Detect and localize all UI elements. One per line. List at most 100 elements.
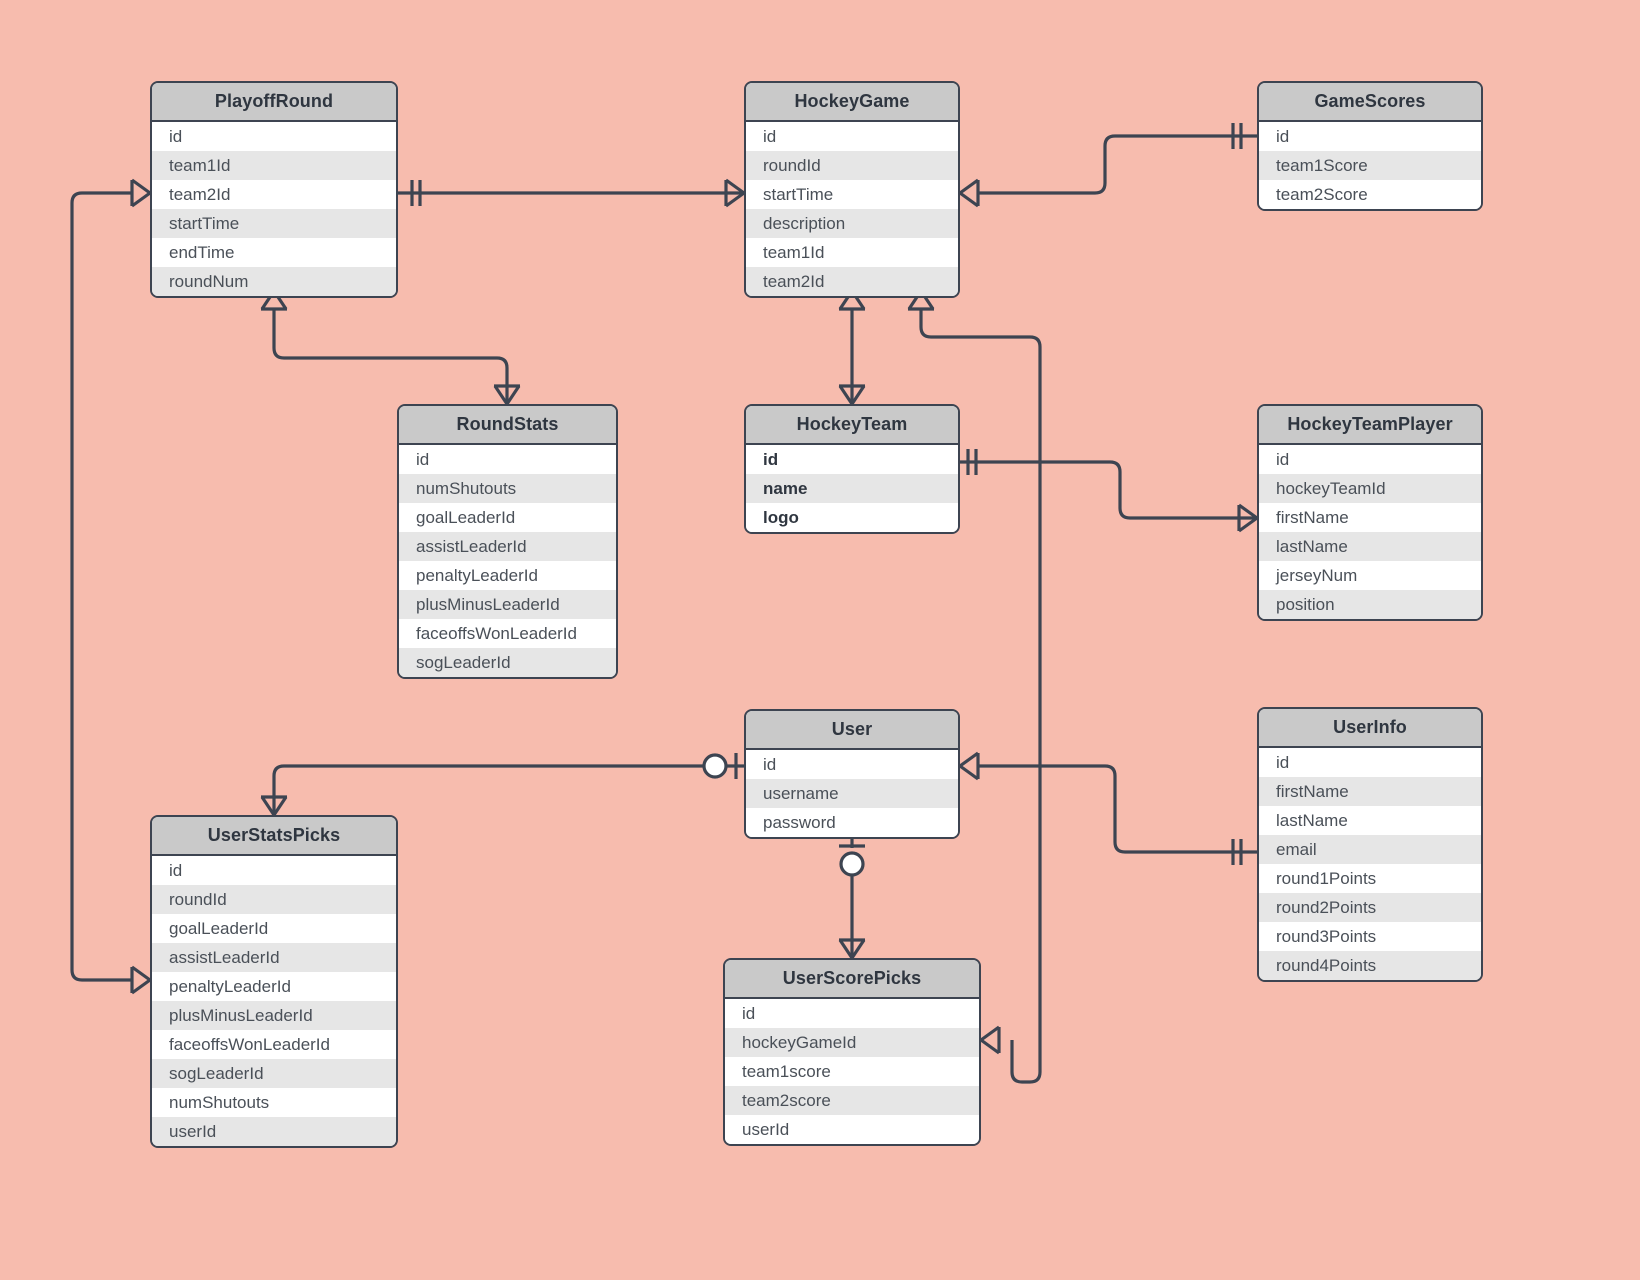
attribute-row: sogLeaderId: [399, 648, 616, 677]
entity-user[interactable]: User id username password: [744, 709, 960, 839]
entity-userstatspicks[interactable]: UserStatsPicks id roundId goalLeaderId assis…: [150, 815, 398, 1148]
attribute-row: round1Points: [1259, 864, 1481, 893]
attribute-row: roundId: [152, 885, 396, 914]
entity-title-hockeyteamplayer: HockeyTeamPlayer: [1259, 406, 1481, 445]
edge-user-userstatspicks: [272, 764, 704, 815]
attribute-row: numShutouts: [399, 474, 616, 503]
attribute-row: team1Id: [746, 238, 958, 267]
attribute-row: round3Points: [1259, 922, 1481, 951]
attribute-row: team2score: [725, 1086, 979, 1115]
entity-roundstats[interactable]: RoundStats id numShutouts goalLeaderId assis…: [397, 404, 618, 679]
attribute-row: id: [1259, 445, 1481, 474]
attribute-row: faceoffsWonLeaderId: [152, 1030, 396, 1059]
attribute-row: roundNum: [152, 267, 396, 296]
attribute-row: id: [746, 445, 958, 474]
crowfoot: [838, 939, 854, 959]
entity-playoffround[interactable]: PlayoffRound id team1Id team2Id startTime end…: [150, 81, 398, 298]
attribute-row: hockeyTeamId: [1259, 474, 1481, 503]
crowfoot: [959, 178, 979, 195]
attribute-row: goalLeaderId: [152, 914, 396, 943]
crowfoot: [838, 385, 854, 405]
entity-title-roundstats: RoundStats: [399, 406, 616, 445]
entity-title-hockeygame: HockeyGame: [746, 83, 958, 122]
entity-hockeyteamplayer[interactable]: HockeyTeamPlayer id hockeyTeamId firstName l…: [1257, 404, 1483, 621]
attribute-row: team1Score: [1259, 151, 1481, 180]
attribute-row: plusMinusLeaderId: [152, 1001, 396, 1030]
crowfoot: [131, 191, 151, 208]
attribute-row: lastName: [1259, 806, 1481, 835]
edge-playoffround-userstatspicks: [70, 191, 132, 982]
edge-hockeyteam-hockeyteamplayer: [960, 460, 1257, 520]
attribute-row: penaltyLeaderId: [152, 972, 396, 1001]
crowfoot: [959, 751, 979, 768]
attribute-row: lastName: [1259, 532, 1481, 561]
entity-gamescores[interactable]: GameScores id team1Score team2Score: [1257, 81, 1483, 211]
entity-title-userinfo: UserInfo: [1259, 709, 1481, 748]
attribute-row: email: [1259, 835, 1481, 864]
attribute-row: penaltyLeaderId: [399, 561, 616, 590]
crowfoot: [131, 965, 151, 982]
attribute-row: team1score: [725, 1057, 979, 1086]
attribute-row: assistLeaderId: [152, 943, 396, 972]
attribute-row: name: [746, 474, 958, 503]
attribute-row: id: [725, 999, 979, 1028]
attribute-row: goalLeaderId: [399, 503, 616, 532]
attribute-row: startTime: [152, 209, 396, 238]
attribute-row: startTime: [746, 180, 958, 209]
attribute-row: password: [746, 808, 958, 837]
crowfoot: [131, 178, 151, 195]
crowfoot: [505, 385, 521, 405]
attribute-row: id: [152, 122, 396, 151]
crowfoot: [959, 191, 979, 208]
crowfoot: [725, 178, 745, 195]
entity-title-gamescores: GameScores: [1259, 83, 1481, 122]
attribute-row: description: [746, 209, 958, 238]
edge-playoffround-roundstats: [272, 309, 509, 404]
attribute-row: plusMinusLeaderId: [399, 590, 616, 619]
attribute-row: team2Id: [152, 180, 396, 209]
attribute-row: assistLeaderId: [399, 532, 616, 561]
entity-title-playoffround: PlayoffRound: [152, 83, 396, 122]
crowfoot: [260, 796, 276, 816]
attribute-row: hockeyGameId: [725, 1028, 979, 1057]
crowfoot: [725, 191, 745, 208]
attribute-row: sogLeaderId: [152, 1059, 396, 1088]
attribute-row: logo: [746, 503, 958, 532]
attribute-row: id: [746, 122, 958, 151]
attribute-row: numShutouts: [152, 1088, 396, 1117]
attribute-row: jerseyNum: [1259, 561, 1481, 590]
attribute-row: endTime: [152, 238, 396, 267]
attribute-row: team1Id: [152, 151, 396, 180]
crowfoot: [980, 1038, 1000, 1055]
crowfoot: [850, 385, 866, 405]
entity-title-userstatspicks: UserStatsPicks: [152, 817, 396, 856]
entity-userscorepicks[interactable]: UserScorePicks id hockeyGameId team1score te…: [723, 958, 981, 1146]
attribute-row: id: [1259, 748, 1481, 777]
attribute-row: firstName: [1259, 777, 1481, 806]
attribute-row: id: [1259, 122, 1481, 151]
attribute-row: team2Id: [746, 267, 958, 296]
attribute-row: roundId: [746, 151, 958, 180]
attribute-row: id: [399, 445, 616, 474]
entity-userinfo[interactable]: UserInfo id firstName lastName email round1Po…: [1257, 707, 1483, 982]
attribute-row: username: [746, 779, 958, 808]
entity-title-userscorepicks: UserScorePicks: [725, 960, 979, 999]
attribute-row: firstName: [1259, 503, 1481, 532]
entity-hockeygame[interactable]: HockeyGame id roundId startTime description t…: [744, 81, 960, 298]
attribute-row: round2Points: [1259, 893, 1481, 922]
crowfoot: [131, 978, 151, 995]
zero-circle: [839, 851, 865, 877]
attribute-row: position: [1259, 590, 1481, 619]
attribute-row: round4Points: [1259, 951, 1481, 980]
edge-hockeygame-gamescores: [978, 134, 1257, 195]
er-diagram-canvas: PlayoffRound id team1Id team2Id startTime end…: [0, 0, 1640, 1280]
zero-circle: [702, 753, 728, 779]
crowfoot: [980, 1025, 1000, 1042]
crowfoot: [272, 796, 288, 816]
entity-title-hockeyteam: HockeyTeam: [746, 406, 958, 445]
crowfoot: [959, 764, 979, 781]
entity-hockeyteam[interactable]: HockeyTeam id name logo: [744, 404, 960, 534]
attribute-row: userId: [725, 1115, 979, 1144]
attribute-row: team2Score: [1259, 180, 1481, 209]
crowfoot: [1238, 503, 1258, 520]
